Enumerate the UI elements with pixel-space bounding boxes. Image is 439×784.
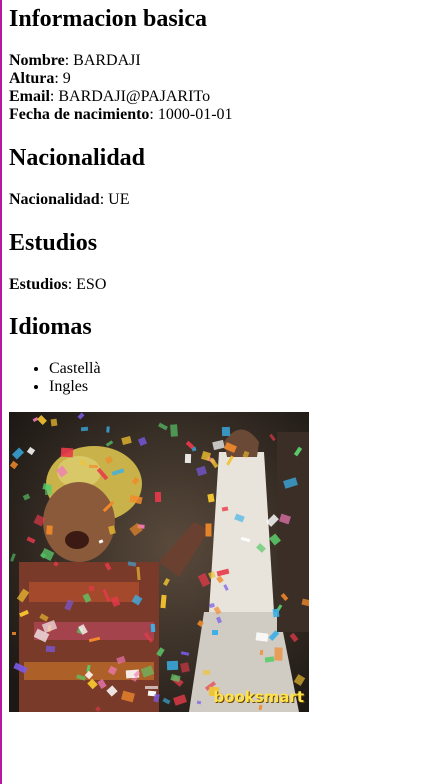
field-height-value: 9 bbox=[62, 70, 71, 87]
confetti-piece bbox=[45, 645, 56, 653]
field-name-value: BARDAJI bbox=[73, 52, 141, 69]
confetti-piece bbox=[274, 647, 283, 661]
basic-info-heading: Informacion basica bbox=[9, 6, 207, 32]
field-email: Email: BARDAJI@PAJARITo bbox=[9, 88, 211, 105]
confetti-piece bbox=[60, 447, 74, 458]
language-item: Castellà bbox=[49, 360, 101, 378]
languages-heading: Idiomas bbox=[9, 314, 92, 340]
confetti-piece bbox=[11, 631, 17, 636]
field-name: Nombre: BARDAJI bbox=[9, 52, 141, 69]
confetti-piece bbox=[106, 426, 110, 433]
confetti-piece bbox=[46, 525, 53, 535]
field-nationality-value: UE bbox=[108, 191, 130, 208]
field-nationality: Nacionalidad: UE bbox=[9, 191, 130, 208]
confetti-piece bbox=[170, 424, 178, 437]
confetti-piece bbox=[180, 662, 190, 673]
field-height: Altura: 9 bbox=[9, 70, 71, 87]
field-studies: Estudios: ESO bbox=[9, 276, 107, 293]
field-name-label: Nombre bbox=[9, 52, 65, 69]
field-studies-label: Estudios bbox=[9, 276, 68, 293]
confetti-piece bbox=[44, 485, 53, 496]
confetti-piece bbox=[150, 623, 156, 633]
field-birthdate-label: Fecha de nacimiento bbox=[9, 106, 150, 123]
confetti-piece bbox=[221, 426, 231, 437]
confetti-piece bbox=[154, 491, 162, 503]
field-birthdate-value: 1000-01-01 bbox=[157, 106, 233, 123]
field-email-label: Email bbox=[9, 88, 50, 105]
confetti-piece bbox=[211, 629, 219, 636]
confetti-piece bbox=[50, 418, 58, 427]
field-email-value: BARDAJI@PAJARITo bbox=[58, 88, 211, 105]
confetti-piece bbox=[88, 464, 99, 469]
field-birthdate: Fecha de nacimiento: 1000-01-01 bbox=[9, 106, 233, 123]
left-border bbox=[0, 0, 2, 784]
confetti-piece bbox=[145, 686, 158, 689]
confetti-piece bbox=[259, 649, 264, 656]
gif-caption: booksmart bbox=[213, 688, 304, 706]
confetti-piece bbox=[184, 453, 192, 464]
confetti-piece bbox=[207, 493, 215, 503]
party-gif-image: booksmart bbox=[9, 412, 309, 712]
basic-info-fields: Nombre: BARDAJI Altura: 9 Email: BARDAJI… bbox=[9, 52, 233, 124]
confetti-piece bbox=[205, 523, 212, 537]
studies-heading: Estudios bbox=[9, 230, 98, 256]
confetti-piece bbox=[166, 660, 179, 671]
language-item: Ingles bbox=[49, 378, 101, 396]
confetti-piece bbox=[80, 426, 89, 432]
nationality-heading: Nacionalidad bbox=[9, 145, 146, 171]
confetti-piece bbox=[255, 632, 269, 642]
confetti-piece bbox=[202, 669, 211, 676]
confetti-piece bbox=[196, 700, 202, 705]
field-studies-value: ESO bbox=[76, 276, 107, 293]
field-nationality-label: Nacionalidad bbox=[9, 191, 100, 208]
confetti-piece bbox=[88, 585, 95, 592]
field-height-label: Altura bbox=[9, 70, 55, 87]
languages-list: Castellà Ingles bbox=[9, 360, 101, 396]
confetti-piece bbox=[272, 608, 280, 618]
